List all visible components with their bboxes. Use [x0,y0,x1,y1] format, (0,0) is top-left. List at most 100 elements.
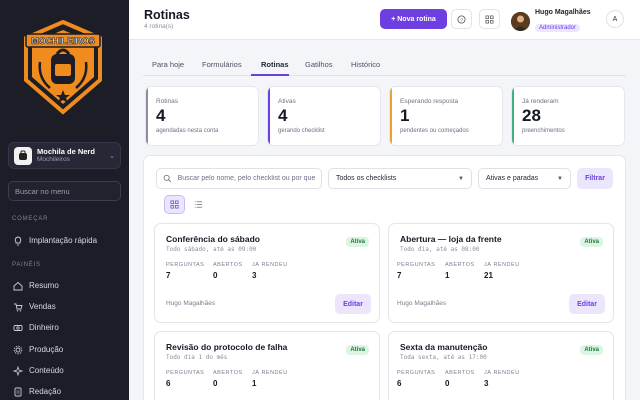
stat-accent-bar [390,87,392,145]
routine-title: Conferência do sábado [166,234,260,244]
sidebar-item-implantacao[interactable]: Implantação rápida [12,235,97,246]
user-name: Hugo Magalhães [535,9,591,16]
metric-label-abertos: ABERTOS [445,370,475,376]
sidebar-item-producao[interactable]: Produção [12,344,63,355]
sidebar-item-vendas[interactable]: Vendas [12,301,56,312]
metric-label-abertos: ABERTOS [445,262,475,268]
metric-value-perguntas: 7 [166,271,171,280]
sidebar-item-conteudo[interactable]: Conteúdo [12,365,64,376]
stat-value: 4 [156,106,166,125]
metric-value-rendeu: 3 [252,271,257,280]
edit-button[interactable]: Editar [569,294,605,314]
gear-icon [12,344,23,355]
stat-caption: gerando checklist [278,128,325,134]
grid-view-toggle[interactable] [164,195,185,214]
org-switcher[interactable]: Mochila de Nerd Mochileiros ⌄ [8,142,121,169]
routine-owner: Hugo Magalhães [166,300,216,307]
apps-button[interactable] [479,9,500,29]
money-icon [12,322,23,333]
metric-value-abertos: 0 [445,379,450,388]
document-icon [12,386,23,397]
user-avatar [511,12,530,31]
stat-caption: preenchimentos [522,128,565,134]
tab-formularios[interactable]: Formulários [202,60,242,69]
tab-rotinas[interactable]: Rotinas [261,60,289,69]
sidebar-search-placeholder: Buscar no menu [15,186,70,196]
metric-label-rendeu: JÁ RENDEU [484,262,520,268]
sidebar-item-resumo[interactable]: Resumo [12,280,59,291]
metric-label-perguntas: PERGUNTAS [166,370,205,376]
stat-accent-bar [268,87,270,145]
sidebar-item-label: Produção [29,345,64,354]
metric-value-rendeu: 1 [252,379,257,388]
chevron-down-icon: ▼ [557,175,563,182]
stat-accent-bar [146,87,148,145]
list-icon [194,201,203,208]
metric-value-rendeu: 21 [484,271,493,280]
sidebar: MOCHILEIROS Mochila de Nerd Mochileiros … [0,0,129,400]
filter-button[interactable]: Filtrar [577,168,613,189]
routine-title: Abertura — loja da frente [400,234,502,244]
tab-historico[interactable]: Histórico [351,60,380,69]
list-view-toggle[interactable] [188,195,209,214]
lightbulb-icon [12,235,23,246]
stat-value: 28 [522,106,541,125]
status-select[interactable]: Ativas e paradas ▼ [478,168,571,189]
status-badge: Ativa [346,345,369,355]
status-badge: Ativa [346,237,369,247]
metric-label-perguntas: PERGUNTAS [166,262,205,268]
user-role-badge: Administrador [535,24,581,32]
active-tab-indicator [251,74,289,76]
section-panels-heading: PAINÉIS [12,262,41,268]
stat-accent-bar [512,87,514,145]
routine-owner: Hugo Magalhães [397,300,447,307]
help-icon: ? [457,14,466,24]
tab-para-hoje[interactable]: Para hoje [152,60,184,69]
metric-label-abertos: ABERTOS [213,262,243,268]
routine-card[interactable]: Conferência do sábado Todo sábado, até a… [154,223,380,323]
routine-search-input[interactable]: Buscar pelo nome, pelo checklist ou por … [156,168,322,189]
stat-caption: agendadas nesta conta [156,128,219,134]
routine-card[interactable]: Abertura — loja da frente Todo dia, até … [388,223,614,323]
tab-gatilhos[interactable]: Gatilhos [305,60,333,69]
stat-value: 4 [278,106,288,125]
metric-value-abertos: 0 [213,271,218,280]
routine-card[interactable]: Sexta da manutenção Toda sexta, até as 1… [388,331,614,400]
stat-label: Ativas [278,98,296,105]
sidebar-item-label: Dinheiro [29,323,59,332]
user-menu[interactable]: Hugo Magalhães Administrador [511,9,591,34]
metric-value-perguntas: 6 [397,379,402,388]
metric-label-abertos: ABERTOS [213,370,243,376]
search-icon [163,174,172,183]
help-button[interactable]: ? [451,9,472,29]
sidebar-item-redacao[interactable]: Redação [12,386,61,397]
routine-card[interactable]: Revisão do protocolo de falha Todo dia 1… [154,331,380,400]
new-routine-button[interactable]: + Nova rotina [380,9,447,29]
mochileiros-logo[interactable]: MOCHILEIROS [20,19,106,116]
checklist-select[interactable]: Todos os checklists ▼ [328,168,472,189]
stat-card-ativas: Ativas 4 gerando checklist [267,86,381,146]
search-placeholder: Buscar pelo nome, pelo checklist ou por … [177,175,315,182]
stat-caption: pendentes ou começados [400,128,469,134]
sidebar-item-label: Implantação rápida [29,236,98,245]
stat-label: Já renderam [522,98,559,105]
stat-card-esperando: Esperando resposta 1 pendentes ou começa… [389,86,503,146]
org-subtitle: Mochileiros [37,156,70,163]
metric-label-rendeu: JÁ RENDEU [484,370,520,376]
metric-value-rendeu: 3 [484,379,489,388]
org-avatar [14,146,32,165]
sidebar-search-input[interactable]: Buscar no menu [8,181,121,201]
routine-title: Sexta da manutenção [400,342,488,352]
metric-label-rendeu: JÁ RENDEU [252,370,288,376]
routine-schedule: Todo dia, até as 08:00 [400,246,480,253]
account-initial-button[interactable]: A [606,10,624,28]
svg-text:MOCHILEIROS: MOCHILEIROS [31,36,95,46]
home-icon [12,280,23,291]
sidebar-item-dinheiro[interactable]: Dinheiro [12,322,59,333]
sidebar-item-label: Vendas [29,302,56,311]
metric-label-perguntas: PERGUNTAS [397,370,436,376]
edit-button[interactable]: Editar [335,294,371,314]
metric-label-rendeu: JÁ RENDEU [252,262,288,268]
grid-icon [170,200,179,209]
routines-panel: Buscar pelo nome, pelo checklist ou por … [143,155,626,400]
